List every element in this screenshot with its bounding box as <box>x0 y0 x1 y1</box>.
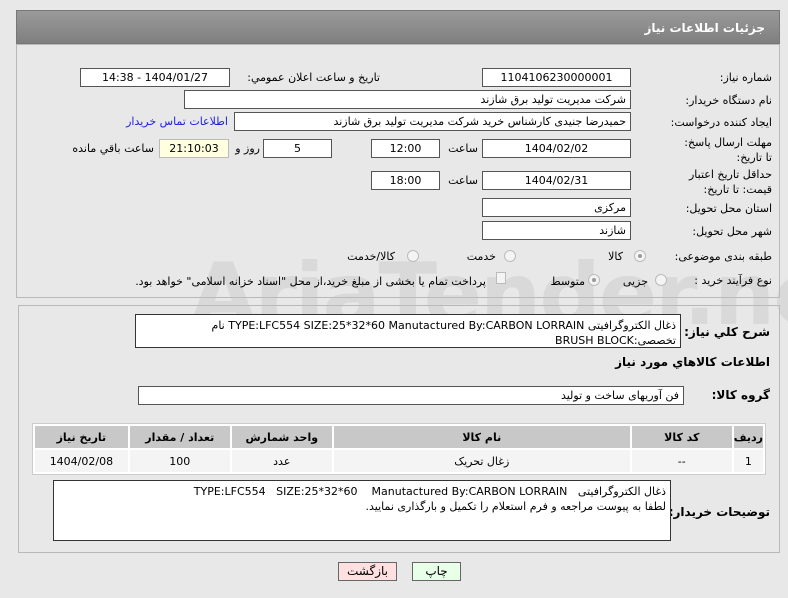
city-field: شازند <box>482 221 631 240</box>
goods-heading: اطلاعات کالاهاي مورد نیاز <box>615 355 770 369</box>
description-label: شرح کلي نیاز: <box>684 325 770 339</box>
contact-buyer-link[interactable]: اطلاعات تماس خریدار <box>126 115 228 128</box>
creator-label: ایجاد کننده درخواست: <box>670 116 772 129</box>
category-label: طبقه بندی موضوعی: <box>674 250 772 263</box>
category-option-service: خدمت <box>466 250 496 263</box>
process-option-minor: جزیی <box>622 275 648 288</box>
col-row: ردیف <box>733 426 763 448</box>
city-label: شهر محل تحویل: <box>692 225 772 238</box>
announce-field: 1404/01/27 - 14:38 <box>80 68 230 87</box>
process-radio-minor[interactable] <box>655 274 667 286</box>
category-option-both: کالا/خدمت <box>347 250 395 263</box>
description-textarea[interactable]: ذغال الکتروگرافیتی TYPE:LFC554 SIZE:25*3… <box>135 314 681 348</box>
validity-label: حداقل تاریخ اعتبار قیمت: تا تاریخ: <box>688 168 772 196</box>
validity-date-field: 1404/02/31 <box>482 171 631 190</box>
cell-qty: 100 <box>129 450 230 472</box>
col-qty: تعداد / مقدار <box>129 426 230 448</box>
remaining-time-field: 21:10:03 <box>159 139 229 158</box>
cell-name: زغال تحریک <box>333 450 630 472</box>
buyer-notes-label: توضیحات خریدار: <box>668 505 770 519</box>
need-number-label: شماره نیاز: <box>719 71 772 84</box>
table-header-row: ردیف کد کالا نام کالا واحد شمارش تعداد /… <box>35 426 763 448</box>
province-field: مرکزی <box>482 198 631 217</box>
province-label: استان محل تحویل: <box>685 202 772 215</box>
cell-code: -- <box>631 450 732 472</box>
col-code: کد کالا <box>631 426 732 448</box>
back-button[interactable]: بازگشت <box>338 562 397 581</box>
goods-table: ردیف کد کالا نام کالا واحد شمارش تعداد /… <box>32 423 766 475</box>
process-option-medium: متوسط <box>550 275 585 288</box>
deadline-label: مهلت ارسال پاسخ: تا تاریخ: <box>684 136 772 164</box>
col-name: نام کالا <box>333 426 630 448</box>
col-unit: واحد شمارش <box>231 426 332 448</box>
category-option-goods: کالا <box>608 250 623 263</box>
buyer-org-field: شرکت مدیریت تولید برق شازند <box>184 90 631 109</box>
buyer-notes-textarea[interactable]: ذغال الکتروگرافیتی TYPE:LFC554 SIZE:25*3… <box>53 480 671 541</box>
cell-date: 1404/02/08 <box>35 450 128 472</box>
page-title: جزئیات اطلاعات نیاز <box>644 21 765 35</box>
page-header: جزئیات اطلاعات نیاز <box>16 10 780 44</box>
category-radio-service[interactable] <box>504 250 516 262</box>
announce-label: تاریخ و ساعت اعلان عمومي: <box>247 71 380 84</box>
process-radio-medium[interactable] <box>588 274 600 286</box>
process-label: نوع فرآیند خرید : <box>694 274 772 287</box>
buyer-org-label: نام دستگاه خریدار: <box>685 94 772 107</box>
days-field: 5 <box>263 139 332 158</box>
days-label: روز و <box>235 142 260 155</box>
goods-group-label: گروه کالا: <box>711 388 770 402</box>
deadline-time-field: 12:00 <box>371 139 440 158</box>
cell-row: 1 <box>733 450 763 472</box>
cell-unit: عدد <box>231 450 332 472</box>
validity-time-field: 18:00 <box>371 171 440 190</box>
deadline-time-label: ساعت <box>448 142 478 155</box>
table-row: 1 -- زغال تحریک عدد 100 1404/02/08 <box>35 450 763 472</box>
goods-group-field: فن آوریهای ساخت و تولید <box>138 386 684 405</box>
category-radio-goods[interactable] <box>634 250 646 262</box>
validity-time-label: ساعت <box>448 174 478 187</box>
creator-field: حمیدرضا جنیدی کارشناس خرید شرکت مدیریت ت… <box>234 112 631 131</box>
payment-note: پرداخت تمام یا بخشی از مبلغ خرید،از محل … <box>135 275 486 288</box>
treasury-checkbox[interactable] <box>496 272 506 284</box>
need-number-field: 1104106230000001 <box>482 68 631 87</box>
category-radio-both[interactable] <box>407 250 419 262</box>
remaining-label: ساعت باقي مانده <box>72 142 154 155</box>
print-button[interactable]: چاپ <box>412 562 461 581</box>
col-date: تاریخ نیاز <box>35 426 128 448</box>
deadline-date-field: 1404/02/02 <box>482 139 631 158</box>
